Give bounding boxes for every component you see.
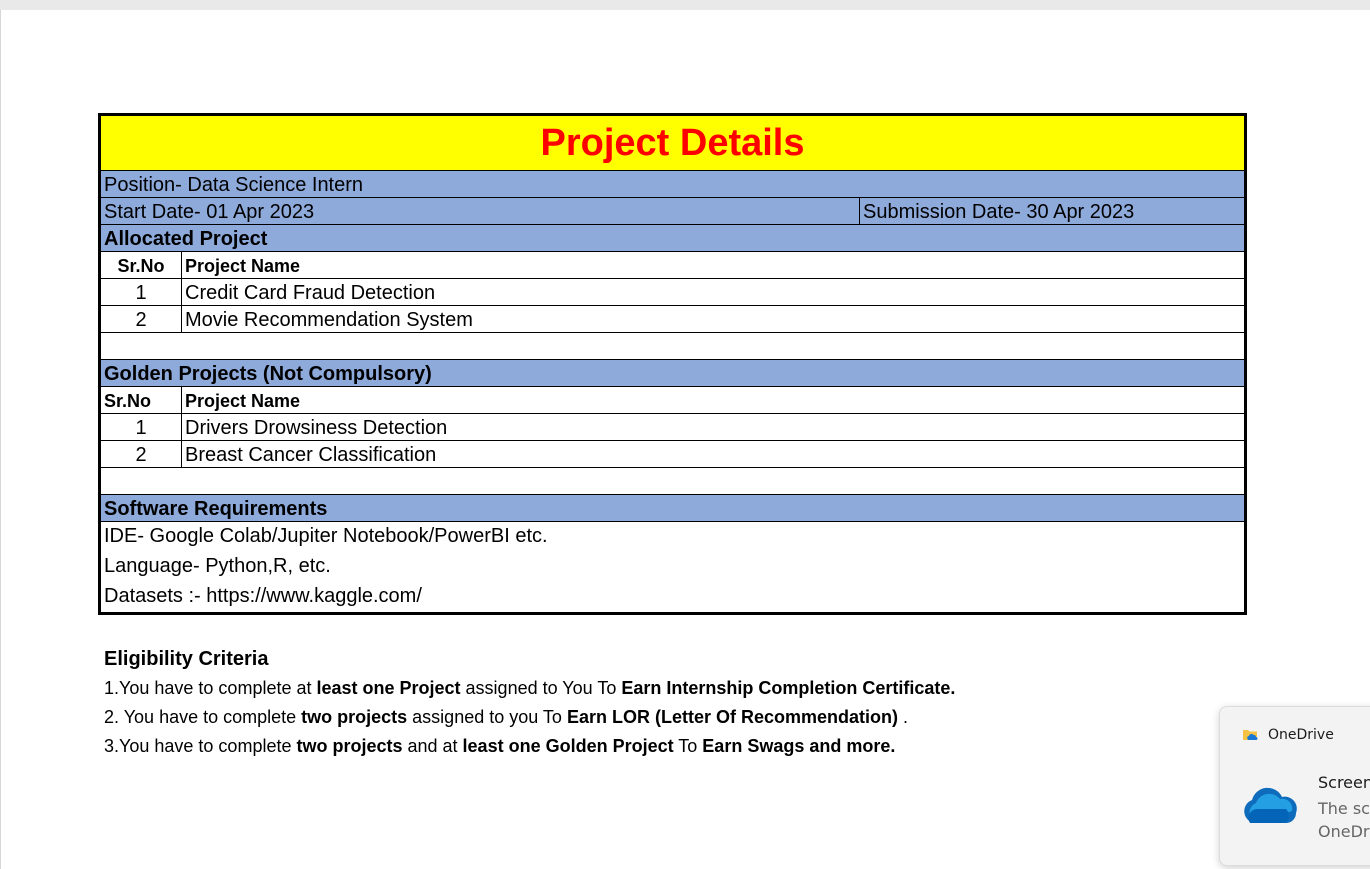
allocated-row-1-name[interactable]: Credit Card Fraud Detection <box>180 278 1246 306</box>
text-bold: least one Project <box>316 678 461 698</box>
text: assigned to you To <box>407 707 567 727</box>
window-top-strip <box>0 0 1370 10</box>
text-bold: Earn Swags and more. <box>702 736 896 756</box>
text: . <box>897 707 908 727</box>
allocated-row-1-no[interactable]: 1 <box>100 278 182 306</box>
project-details-sheet: Project Details Position- Data Science I… <box>97 113 1248 615</box>
software-ide-line: IDE- Google Colab/Jupiter Notebook/Power… <box>104 525 548 547</box>
software-language-line: Language- Python,R, etc. <box>104 555 331 577</box>
onedrive-cloud-icon <box>1244 787 1297 823</box>
golden-row-2-name[interactable]: Breast Cancer Classification <box>180 440 1246 468</box>
text: and at <box>402 736 463 756</box>
allocated-name-header[interactable]: Project Name <box>180 251 1246 279</box>
eligibility-heading: Eligibility Criteria <box>104 648 269 670</box>
allocated-row-2-name[interactable]: Movie Recommendation System <box>180 305 1246 333</box>
software-requirements-cell[interactable]: IDE- Google Colab/Jupiter Notebook/Power… <box>99 521 1246 613</box>
golden-row-1-name[interactable]: Drivers Drowsiness Detection <box>180 413 1246 441</box>
table-row: 1 Drivers Drowsiness Detection <box>100 413 1246 441</box>
text: 3.You have to complete <box>104 736 297 756</box>
toast-app-name: OneDrive <box>1268 727 1334 743</box>
toast-body-line-2: OneDr <box>1318 822 1370 841</box>
text: 2. You have to complete <box>104 707 302 727</box>
text-bold: two projects <box>296 736 403 756</box>
golden-row-1-no[interactable]: 1 <box>100 413 182 441</box>
eligibility-criteria: Eligibility Criteria 1.You have to compl… <box>104 645 955 762</box>
text: assigned to You To <box>460 678 622 698</box>
table-row: 1 Credit Card Fraud Detection <box>100 278 1246 306</box>
eligibility-line-3: 3.You have to complete two projects and … <box>104 733 955 762</box>
text: To <box>673 736 703 756</box>
golden-name-header[interactable]: Project Name <box>180 386 1246 414</box>
allocated-srno-header[interactable]: Sr.No <box>100 251 182 279</box>
text-bold: least one Golden Project <box>462 736 674 756</box>
position-cell[interactable]: Position- Data Science Intern <box>99 170 1246 198</box>
page-edge <box>0 10 1 869</box>
toast-title: Screen <box>1318 773 1370 792</box>
sheet-title: Project Details <box>99 115 1246 171</box>
onedrive-notification-toast[interactable]: OneDrive Screen The scr OneDr <box>1219 706 1370 866</box>
text-bold: Earn Internship Completion Certificate. <box>621 678 956 698</box>
eligibility-line-2: 2. You have to complete two projects ass… <box>104 704 955 733</box>
onedrive-folder-icon <box>1242 727 1258 743</box>
table-row: 2 Breast Cancer Classification <box>100 440 1246 468</box>
text: 1.You have to complete at <box>104 678 317 698</box>
software-requirements-heading[interactable]: Software Requirements <box>99 494 1246 522</box>
allocated-project-heading[interactable]: Allocated Project <box>99 224 1246 252</box>
table-row: 2 Movie Recommendation System <box>100 305 1246 333</box>
golden-row-2-no[interactable]: 2 <box>100 440 182 468</box>
toast-app-header: OneDrive <box>1242 725 1334 745</box>
toast-body-line-1: The scr <box>1318 799 1370 818</box>
text-bold: two projects <box>301 707 408 727</box>
start-date-cell[interactable]: Start Date- 01 Apr 2023 <box>100 197 860 225</box>
empty-row[interactable] <box>99 332 1246 360</box>
golden-projects-heading[interactable]: Golden Projects (Not Compulsory) <box>99 359 1246 387</box>
software-datasets-line: Datasets :- https://www.kaggle.com/ <box>104 585 422 607</box>
golden-srno-header[interactable]: Sr.No <box>100 386 182 414</box>
allocated-row-2-no[interactable]: 2 <box>100 305 182 333</box>
text-bold: Earn LOR (Letter Of Recommendation) <box>566 707 898 727</box>
eligibility-line-1: 1.You have to complete at least one Proj… <box>104 675 955 704</box>
empty-row[interactable] <box>99 467 1246 495</box>
toast-body: The scr OneDr <box>1318 797 1370 843</box>
submission-date-cell[interactable]: Submission Date- 30 Apr 2023 <box>858 197 1246 225</box>
